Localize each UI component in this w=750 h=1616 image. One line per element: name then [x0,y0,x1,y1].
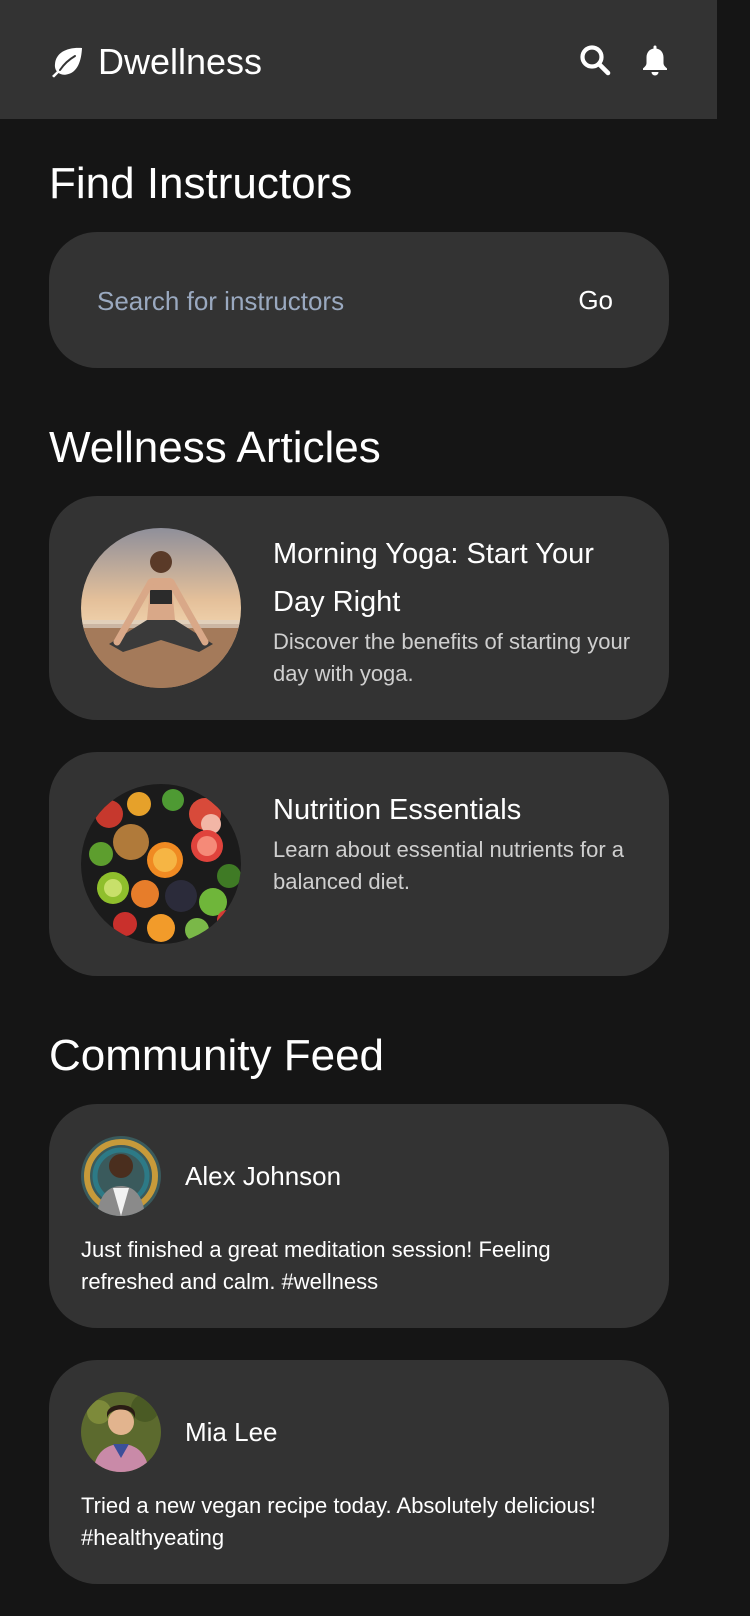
app-header: Dwellness [0,0,717,119]
find-instructors-heading: Find Instructors [49,159,353,208]
wellness-articles-heading: Wellness Articles [49,423,381,472]
post-author[interactable]: Alex Johnson [185,1156,341,1196]
community-feed-heading: Community Feed [49,1031,385,1080]
article-title: Nutrition Essentials [273,794,522,826]
article-description: Discover the benefits of starting your d… [273,629,631,686]
article-card[interactable]: Morning Yoga: Start Your Day Right Disco… [49,496,669,720]
brand[interactable]: Dwellness [50,38,262,86]
fruit-vegetable-photo [81,784,241,944]
post-author[interactable]: Mia Lee [185,1412,278,1452]
app-screen: Dwellness Find Instructors Go Wellne [0,0,750,1616]
app-name: Dwellness [98,41,263,82]
post-card: Alex Johnson Just finished a great medit… [49,1104,669,1328]
article-title: Morning Yoga: Start Your Day Right [273,538,594,618]
post-text: Just finished a great meditation session… [81,1237,551,1294]
article-text: Morning Yoga: Start Your Day Right Disco… [273,530,643,690]
article-description: Learn about essential nutrients for a ba… [273,837,625,894]
header-actions [579,44,671,76]
article-text: Nutrition Essentials Learn about essenti… [273,786,643,898]
bell-icon[interactable] [639,44,671,76]
leaf-icon [52,47,82,78]
post-card: Mia Lee Tried a new vegan recipe today. … [49,1360,669,1584]
avatar[interactable] [81,1136,161,1216]
yoga-photo [81,528,241,688]
instructor-search-input[interactable] [95,276,529,326]
go-button[interactable]: Go [566,276,625,324]
avatar[interactable] [81,1392,161,1472]
article-card[interactable]: Nutrition Essentials Learn about essenti… [49,752,669,976]
post-text: Tried a new vegan recipe today. Absolute… [81,1493,596,1550]
search-icon[interactable] [579,44,611,76]
instructor-search-card: Go [49,232,669,368]
